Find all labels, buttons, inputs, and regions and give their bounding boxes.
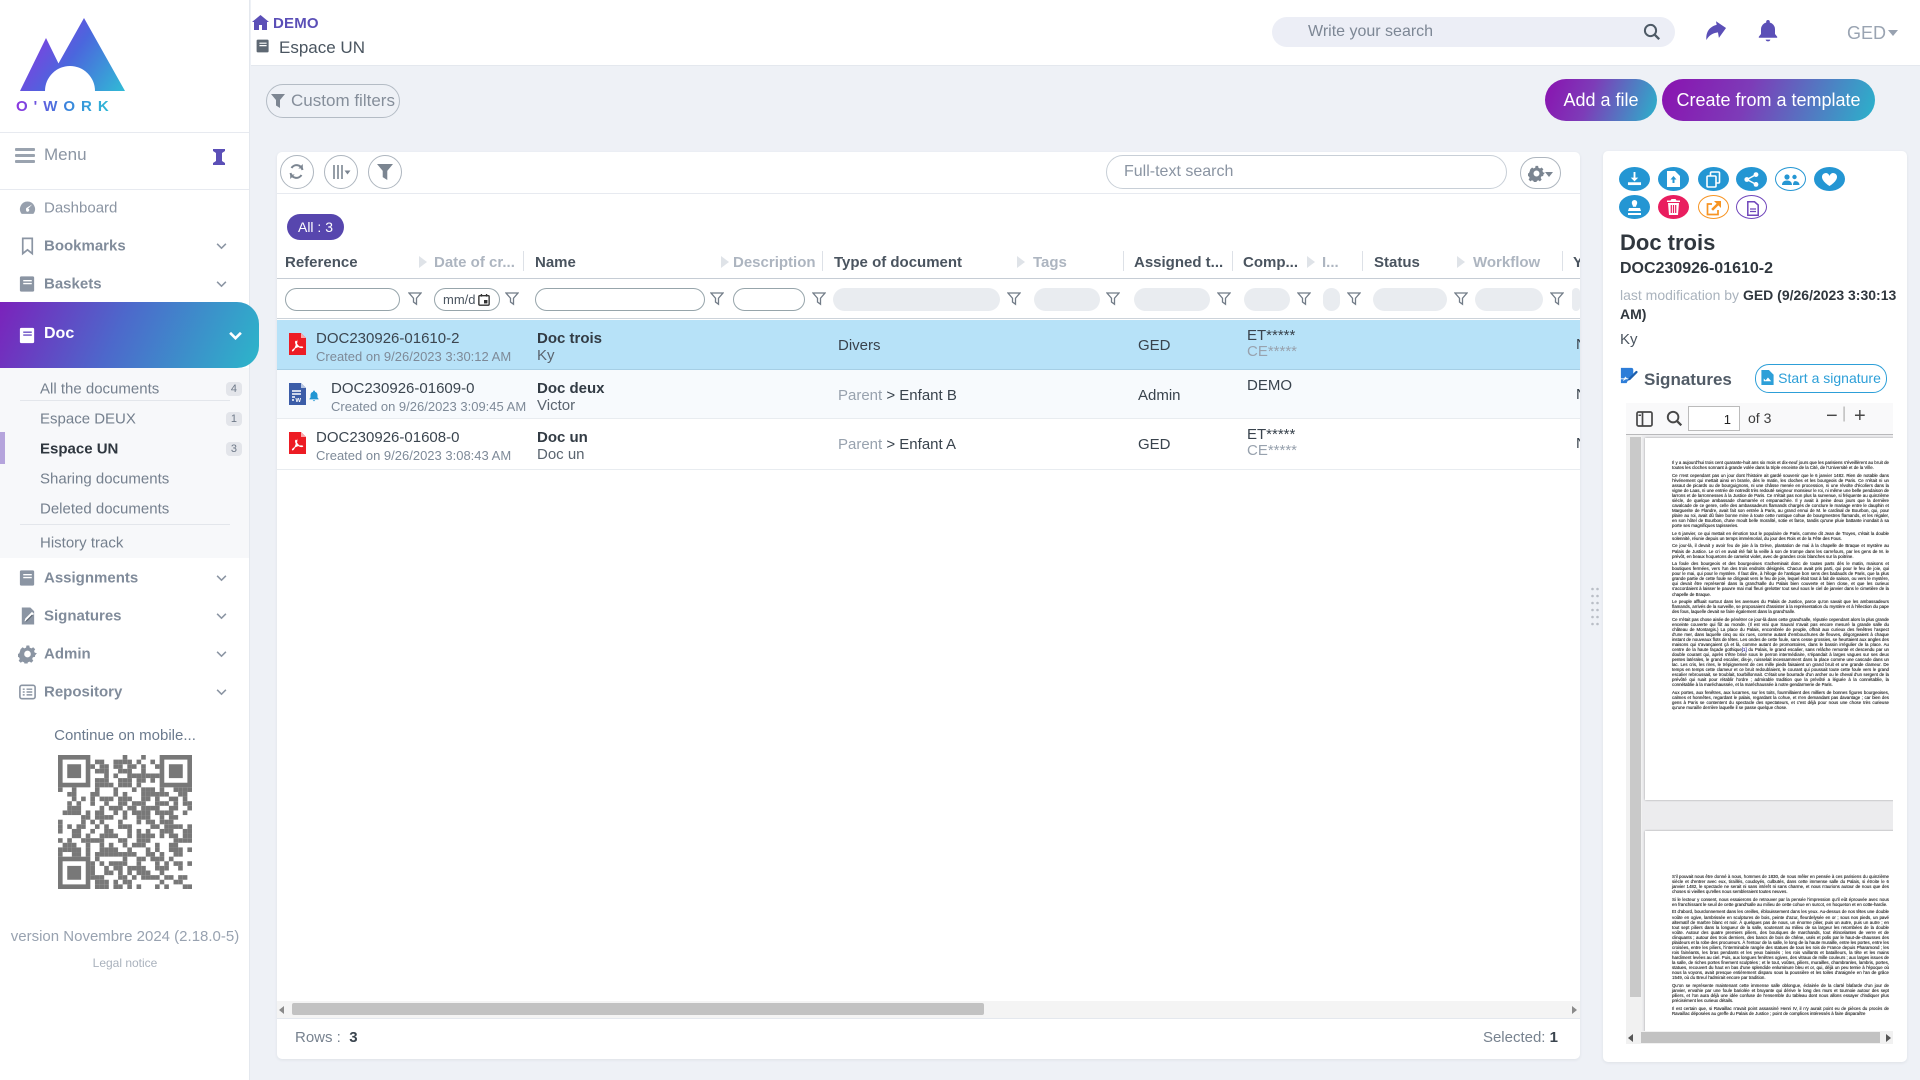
svg-text:O'WORK: O'WORK [16,98,115,115]
svg-text:w: w [295,397,302,404]
